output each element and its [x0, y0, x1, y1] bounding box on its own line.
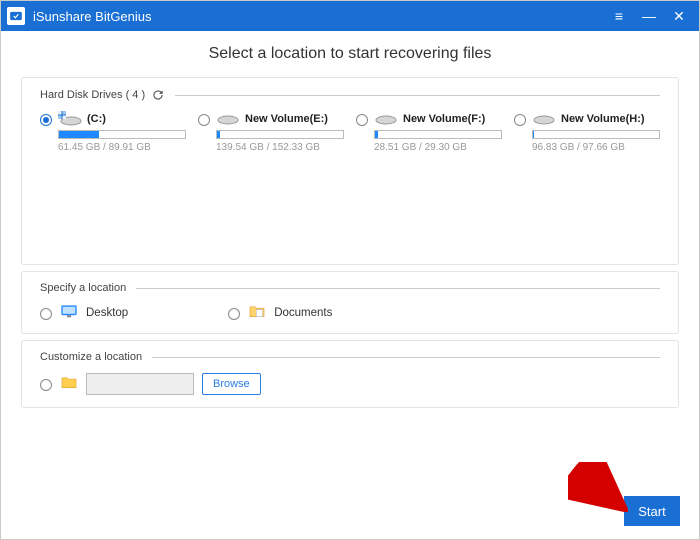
radio-documents[interactable] [228, 308, 240, 320]
drive-size: 28.51 GB / 29.30 GB [374, 142, 502, 153]
usage-bar [532, 130, 660, 139]
radio-drive-e[interactable] [198, 114, 210, 126]
custom-path-input[interactable] [86, 373, 194, 395]
disk-icon [374, 112, 398, 126]
folder-icon [60, 375, 78, 394]
drives-header-label: Hard Disk Drives ( 4 ) [40, 89, 145, 101]
customize-section-header: Customize a location [40, 351, 660, 363]
drives-section-header: Hard Disk Drives ( 4 ) [40, 88, 660, 102]
usage-bar [216, 130, 344, 139]
os-disk-icon [58, 112, 82, 126]
close-icon[interactable]: ✕ [667, 4, 691, 28]
drive-name: (C:) [87, 113, 106, 125]
desktop-label: Desktop [86, 307, 128, 319]
drive-name: New Volume(H:) [561, 113, 645, 125]
drives-row: (C:) 61.45 GB / 89.91 GB New Volume(E:) … [40, 112, 660, 153]
customize-panel: Customize a location Browse [21, 340, 679, 408]
documents-label: Documents [274, 307, 332, 319]
radio-desktop[interactable] [40, 308, 52, 320]
app-title: iSunshare BitGenius [33, 9, 152, 24]
radio-drive-f[interactable] [356, 114, 368, 126]
app-logo-icon [7, 7, 25, 25]
browse-button[interactable]: Browse [202, 373, 261, 395]
desktop-icon [60, 304, 78, 321]
annotation-arrow-icon [568, 462, 628, 512]
title-bar: iSunshare BitGenius ≡ — ✕ [1, 1, 699, 31]
drive-size: 139.54 GB / 152.33 GB [216, 142, 344, 153]
specify-documents[interactable]: Documents [228, 304, 332, 321]
drive-e[interactable]: New Volume(E:) 139.54 GB / 152.33 GB [198, 112, 344, 153]
refresh-icon[interactable] [151, 88, 165, 102]
specify-panel: Specify a location Desktop Documents [21, 271, 679, 334]
page-title: Select a location to start recovering fi… [1, 31, 699, 71]
disk-icon [216, 112, 240, 126]
documents-icon [248, 304, 266, 321]
drive-f[interactable]: New Volume(F:) 28.51 GB / 29.30 GB [356, 112, 502, 153]
radio-drive-c[interactable] [40, 114, 52, 126]
menu-icon[interactable]: ≡ [607, 4, 631, 28]
specify-desktop[interactable]: Desktop [40, 304, 128, 321]
start-button[interactable]: Start [624, 496, 680, 526]
usage-bar [58, 130, 186, 139]
drive-c[interactable]: (C:) 61.45 GB / 89.91 GB [40, 112, 186, 153]
radio-drive-h[interactable] [514, 114, 526, 126]
specify-section-header: Specify a location [40, 282, 660, 294]
usage-bar [374, 130, 502, 139]
drives-panel: Hard Disk Drives ( 4 ) [21, 77, 679, 265]
minimize-icon[interactable]: — [637, 4, 661, 28]
customize-header-label: Customize a location [40, 351, 142, 363]
drive-h[interactable]: New Volume(H:) 96.83 GB / 97.66 GB [514, 112, 660, 153]
drive-name: New Volume(F:) [403, 113, 485, 125]
radio-custom[interactable] [40, 379, 52, 391]
drive-size: 61.45 GB / 89.91 GB [58, 142, 186, 153]
specify-header-label: Specify a location [40, 282, 126, 294]
drive-size: 96.83 GB / 97.66 GB [532, 142, 660, 153]
drive-name: New Volume(E:) [245, 113, 328, 125]
disk-icon [532, 112, 556, 126]
